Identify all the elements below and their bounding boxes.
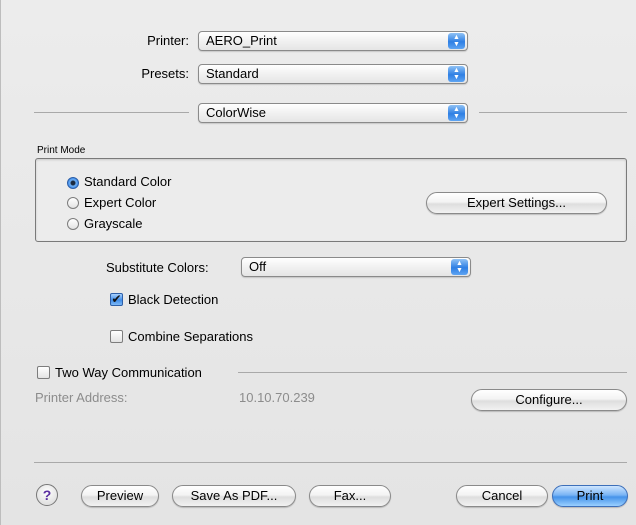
presets-value: Standard (206, 66, 259, 81)
radio-standard-color[interactable] (67, 177, 79, 189)
popup-arrows-icon: ▲ ▼ (448, 33, 465, 49)
substitute-colors-value: Off (249, 259, 267, 274)
radio-standard-color-label: Standard Color (84, 174, 172, 189)
print-button[interactable]: Print (552, 485, 628, 507)
popup-arrows-icon: ▲ ▼ (448, 66, 465, 82)
panel-value: ColorWise (206, 105, 266, 120)
presets-label: Presets: (141, 66, 189, 81)
printer-popup[interactable]: AERO_Print ▲ ▼ (198, 31, 468, 51)
panel-popup[interactable]: ColorWise ▲ ▼ (198, 103, 468, 123)
preview-button[interactable]: Preview (81, 485, 159, 507)
help-icon[interactable]: ? (36, 484, 58, 506)
black-detection-checkbox[interactable]: ✔ (110, 293, 123, 306)
print-mode-title: Print Mode (37, 145, 86, 156)
radio-grayscale-label: Grayscale (84, 216, 143, 231)
popup-arrows-icon: ▲ ▼ (451, 259, 468, 275)
cancel-button[interactable]: Cancel (456, 485, 548, 507)
printer-value: AERO_Print (206, 33, 277, 48)
printer-address-label: Printer Address: (35, 390, 128, 405)
configure-button[interactable]: Configure... (471, 389, 627, 411)
printer-label: Printer: (147, 33, 189, 48)
substitute-colors-label: Substitute Colors: (106, 260, 209, 275)
combine-separations-label: Combine Separations (128, 329, 254, 344)
two-way-communication-label: Two Way Communication (55, 365, 202, 380)
popup-arrows-icon: ▲ ▼ (448, 105, 465, 121)
presets-popup[interactable]: Standard ▲ ▼ (198, 64, 468, 84)
two-way-communication-checkbox[interactable] (37, 366, 50, 379)
separator-right (479, 112, 627, 113)
checkmark-icon: ✔ (111, 292, 122, 306)
footer-separator (34, 462, 627, 463)
printer-address-value: 10.10.70.239 (239, 390, 315, 405)
black-detection-label: Black Detection (128, 292, 219, 307)
substitute-colors-popup[interactable]: Off ▲ ▼ (241, 257, 471, 277)
radio-expert-color[interactable] (67, 197, 79, 209)
save-as-pdf-button[interactable]: Save As PDF... (172, 485, 296, 507)
radio-expert-color-label: Expert Color (84, 195, 157, 210)
expert-settings-button[interactable]: Expert Settings... (426, 192, 607, 214)
print-dialog: Printer: AERO_Print ▲ ▼ Presets: Standard… (0, 0, 636, 525)
separator-left (34, 112, 189, 113)
fax-button[interactable]: Fax... (309, 485, 391, 507)
radio-grayscale[interactable] (67, 218, 79, 230)
two-way-separator (238, 372, 627, 373)
combine-separations-checkbox[interactable] (110, 330, 123, 343)
